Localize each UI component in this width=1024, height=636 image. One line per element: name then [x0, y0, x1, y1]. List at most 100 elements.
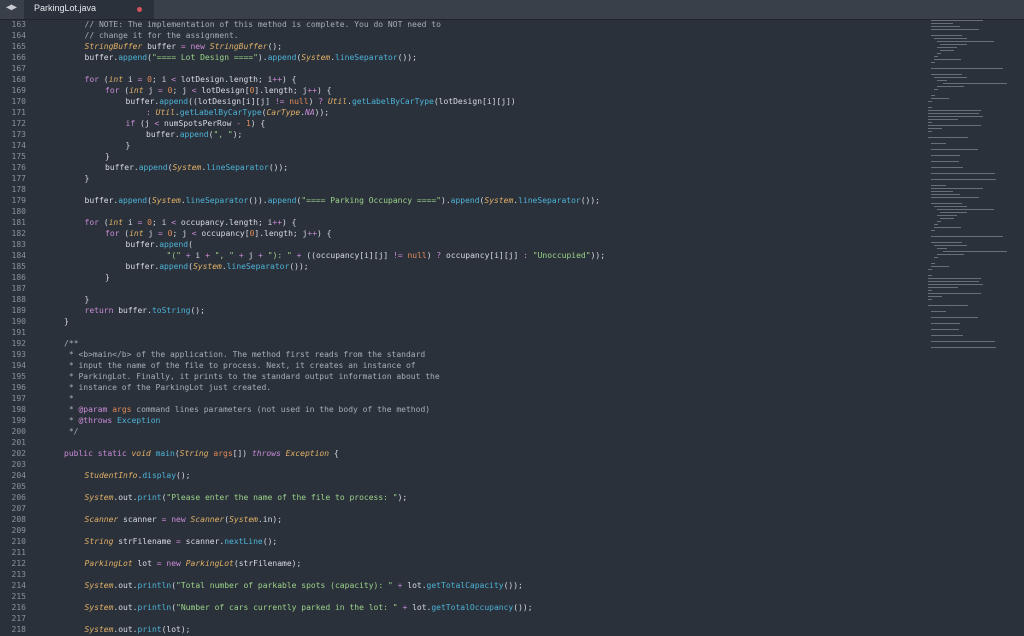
code-line[interactable]: 182 for (int j = 0; j < occupancy[0].leng… [0, 228, 925, 239]
code-line[interactable]: 185 buffer.append(System.lineSeparator())… [0, 261, 925, 272]
code-token: throws [251, 449, 281, 458]
code-line[interactable]: 188} [0, 294, 925, 305]
code-line[interactable]: 194 * input the name of the file to proc… [0, 360, 925, 371]
code-text: // NOTE: The implementation of this meth… [85, 19, 441, 30]
code-line[interactable]: 203 [0, 459, 925, 470]
code-token: buffer. [146, 130, 180, 139]
minimap-line [931, 329, 959, 330]
line-number: 190 [11, 317, 26, 326]
code-line[interactable]: 191 [0, 327, 925, 338]
nav-arrows-icon[interactable]: ◀▶ [6, 2, 17, 13]
code-line[interactable]: 178 [0, 184, 925, 195]
code-line[interactable]: 208 Scanner scanner = new Scanner(System.… [0, 514, 925, 525]
code-text: } [85, 173, 90, 184]
line-number: 209 [11, 526, 26, 535]
minimap-line [928, 275, 932, 276]
code-token: int [129, 86, 144, 95]
code-line[interactable]: 189 return buffer.toString(); [0, 305, 925, 316]
code-token: (); [262, 537, 278, 546]
code-line[interactable]: 205 [0, 481, 925, 492]
code-token: System [84, 625, 114, 634]
code-line[interactable]: 211 [0, 547, 925, 558]
code-line[interactable]: 204 StudentInfo.display(); [0, 470, 925, 481]
code-line[interactable]: 192 /** [0, 338, 925, 349]
code-line[interactable]: 181 for (int i = 0; i < occupancy.length;… [0, 217, 925, 228]
code-text: * [64, 393, 74, 404]
code-line[interactable]: 214 System.out.println("Total number of p… [0, 580, 925, 591]
minimap-line [931, 149, 978, 150]
code-text: "(" + i + ", " + j + "): " + ((occupancy… [167, 250, 606, 261]
code-line[interactable]: 209 [0, 525, 925, 536]
code-line[interactable]: 201 [0, 437, 925, 448]
code-token: args [213, 449, 233, 458]
code-token: ; j [172, 86, 192, 95]
code-line[interactable]: 175} [0, 151, 925, 162]
code-line[interactable]: 174} [0, 140, 925, 151]
code-line[interactable]: 202 public static void main(String args[]… [0, 448, 925, 459]
file-tab[interactable]: ParkingLot.java [24, 0, 154, 19]
code-line[interactable]: 177} [0, 173, 925, 184]
code-line[interactable]: 171: Util.getLabelByCarType(CarType.NA))… [0, 107, 925, 118]
code-line[interactable]: 166 buffer.append("==== Lot Design ====")… [0, 52, 925, 63]
code-line[interactable]: 173 buffer.append(", "); [0, 129, 925, 140]
code-token: lotDesign[ [196, 86, 250, 95]
code-line[interactable]: 218 System.out.print(lot); [0, 624, 925, 635]
code-token: } [84, 174, 90, 183]
code-line[interactable]: 164 // change it for the assignment. [0, 30, 925, 41]
minimap-line [931, 347, 997, 348]
code-line[interactable]: 200 */ [0, 426, 925, 437]
code-token: // change it for the assignment. [84, 31, 239, 40]
code-line[interactable]: 186} [0, 272, 925, 283]
code-line[interactable]: 198 * @param args command lines paramete… [0, 404, 925, 415]
code-text: return buffer.toString(); [85, 305, 205, 316]
unsaved-dot-icon[interactable] [137, 7, 142, 12]
code-line[interactable]: 216 System.out.println("Number of cars cu… [0, 602, 925, 613]
code-token: */ [64, 427, 79, 436]
line-number: 199 [11, 416, 26, 425]
line-number: 185 [11, 262, 26, 271]
code-token: ", " [213, 130, 233, 139]
code-line[interactable]: 183 buffer.append( [0, 239, 925, 250]
code-line[interactable]: 193 * <b>main</b> of the application. Th… [0, 349, 925, 360]
code-line[interactable]: 207 [0, 503, 925, 514]
code-line[interactable]: 210 String strFilename = scanner.nextLine… [0, 536, 925, 547]
code-line[interactable]: 176 buffer.append(System.lineSeparator())… [0, 162, 925, 173]
code-line[interactable]: 196 * instance of the ParkingLot just cr… [0, 382, 925, 393]
minimap-line [931, 242, 962, 243]
code-token: scanner [118, 515, 162, 524]
code-line[interactable]: 163 // NOTE: The implementation of this m… [0, 19, 925, 30]
code-token: (lotDesign[i][j]) [433, 97, 516, 106]
code-line[interactable]: 172 if (j < numSpotsPerRow - 1) { [0, 118, 925, 129]
minimap-line [928, 284, 983, 285]
code-text: StringBuffer buffer = new StringBuffer()… [85, 41, 283, 52]
minimap-line [934, 89, 938, 90]
code-token: buffer. [125, 240, 160, 249]
code-token: for [84, 75, 99, 84]
minimap-line [931, 74, 962, 75]
code-line[interactable]: 197 * [0, 393, 925, 404]
code-line[interactable]: 213 [0, 569, 925, 580]
code-line[interactable]: 199 * @throws Exception [0, 415, 925, 426]
code-token: ) [426, 251, 437, 260]
line-number: 204 [11, 471, 26, 480]
code-line[interactable]: 168 for (int i = 0; i < lotDesign.length;… [0, 74, 925, 85]
code-line[interactable]: 195 * ParkingLot. Finally, it prints to … [0, 371, 925, 382]
code-line[interactable]: 217 [0, 613, 925, 624]
code-line[interactable]: 187 [0, 283, 925, 294]
code-line[interactable]: 165 StringBuffer buffer = new StringBuffe… [0, 41, 925, 52]
code-line[interactable]: 184 "(" + i + ", " + j + "): " + ((occupa… [0, 250, 925, 261]
code-line[interactable]: 169 for (int j = 0; j < lotDesign[0].leng… [0, 85, 925, 96]
code-text: * ParkingLot. Finally, it prints to the … [64, 371, 440, 382]
code-line[interactable]: 180 [0, 206, 925, 217]
minimap[interactable] [928, 20, 1008, 350]
code-text: public static void main(String args[]) t… [64, 448, 339, 459]
code-token: } [105, 273, 110, 282]
code-line[interactable]: 212 ParkingLot lot = new ParkingLot(strFi… [0, 558, 925, 569]
code-line[interactable]: 179 buffer.append(System.lineSeparator())… [0, 195, 925, 206]
code-line[interactable]: 215 [0, 591, 925, 602]
code-editor[interactable]: 163 // NOTE: The implementation of this m… [0, 19, 1024, 636]
code-line[interactable]: 170 buffer.append((lotDesign[i][j] != nul… [0, 96, 925, 107]
code-line[interactable]: 167 [0, 63, 925, 74]
code-line[interactable]: 206 System.out.print("Please enter the na… [0, 492, 925, 503]
code-line[interactable]: 190} [0, 316, 925, 327]
